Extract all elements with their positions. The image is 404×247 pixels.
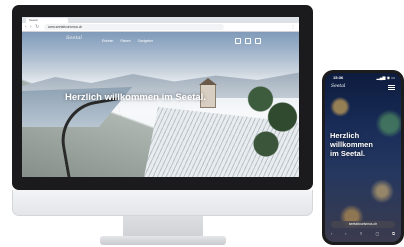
forward-icon[interactable]: › xyxy=(345,231,346,237)
browser-menu-icon[interactable]: ⋮ xyxy=(291,24,295,30)
nav-item-gastgeber[interactable]: Gastgeber xyxy=(138,39,153,43)
monitor-chin xyxy=(12,190,313,216)
phone-time: 15:36 xyxy=(333,75,344,80)
nav-item-erleben[interactable]: Erleben xyxy=(102,39,113,43)
phone-browser-toolbar: ‹ › ⇪ ▢ ⧉ xyxy=(331,231,395,237)
hero-title: Herzlich willkommen im Seetal. xyxy=(65,92,206,103)
phone-status-bar: 15:36 ▂▄▆ ◉ ▭ xyxy=(325,73,401,82)
monitor-base xyxy=(100,236,226,245)
tabs-icon[interactable]: ⧉ xyxy=(392,231,395,237)
phone-hero-title: Herzlich willkommen im Seetal. xyxy=(330,131,373,158)
bookmarks-icon[interactable]: ▢ xyxy=(376,231,380,237)
site-nav: Erleben Planen Gastgeber xyxy=(102,39,153,43)
phone-screen: 15:36 ▂▄▆ ◉ ▭ Seetal Herzlich willkommen… xyxy=(325,73,401,242)
hero-image xyxy=(22,32,299,177)
site-logo[interactable]: Seetal xyxy=(66,35,82,41)
hamburger-menu-icon[interactable] xyxy=(388,85,395,90)
back-icon[interactable]: ‹ xyxy=(331,231,332,237)
browser-nav-icons[interactable]: ‹ › ↻ xyxy=(25,24,40,30)
signal-battery-icon: ▂▄▆ ◉ ▭ xyxy=(376,75,395,80)
menu-icon[interactable] xyxy=(255,38,261,44)
address-bar[interactable]: www.seetaltourismus.ch xyxy=(44,24,224,30)
nav-item-planen[interactable]: Planen xyxy=(120,39,130,43)
phone-site-logo[interactable]: Seetal xyxy=(331,84,345,89)
search-icon[interactable] xyxy=(235,38,241,44)
language-icon[interactable] xyxy=(245,38,251,44)
hero-trees xyxy=(244,72,299,162)
browser-toolbar: ‹ › ↻ www.seetaltourismus.ch ⋮ xyxy=(22,23,299,32)
monitor-stand xyxy=(123,216,203,238)
site-header: Seetal Erleben Planen Gastgeber xyxy=(22,32,299,50)
phone-site-header: Seetal xyxy=(325,83,401,93)
phone-address-bar[interactable]: seetaltourismus.ch xyxy=(331,221,395,228)
desktop-screen: Seetal ‹ › ↻ www.seetaltourismus.ch ⋮ Se… xyxy=(22,17,299,177)
share-icon[interactable]: ⇪ xyxy=(359,231,362,237)
site-header-icons xyxy=(235,38,261,44)
